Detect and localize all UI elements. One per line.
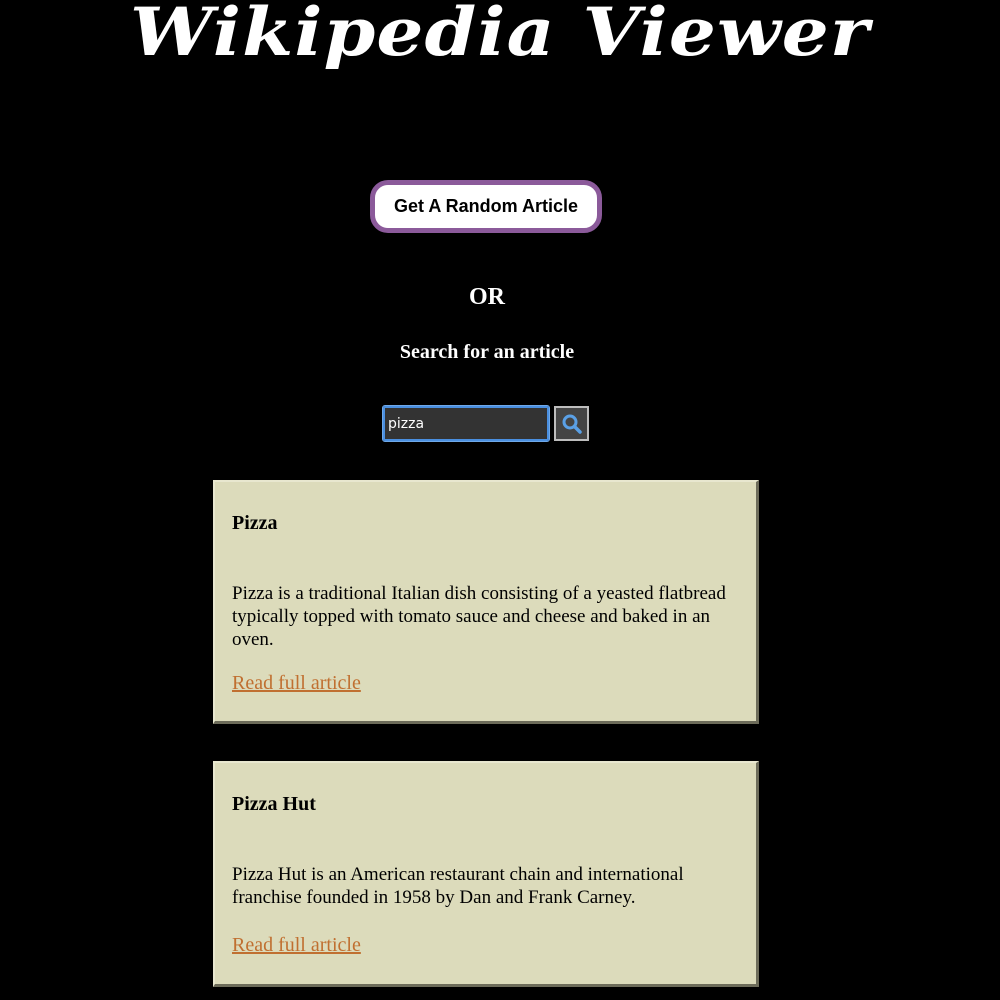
search-input[interactable]	[382, 405, 550, 442]
or-divider-text: OR	[469, 284, 505, 310]
random-article-button[interactable]: Get A Random Article	[370, 180, 602, 233]
read-full-article-link[interactable]: Read full article	[232, 934, 361, 957]
page-title: Wikipedia Viewer	[130, 0, 870, 71]
read-full-article-link[interactable]: Read full article	[232, 672, 361, 695]
search-button[interactable]	[554, 406, 589, 441]
result-description: Pizza is a traditional Italian dish cons…	[232, 583, 726, 650]
result-card: Pizza Pizza is a traditional Italian dis…	[213, 480, 759, 724]
result-title: Pizza Hut	[232, 793, 316, 815]
result-description: Pizza Hut is an American restaurant chai…	[232, 864, 684, 908]
result-card: Pizza Hut Pizza Hut is an American resta…	[213, 761, 759, 987]
search-heading: Search for an article	[399, 341, 575, 363]
result-title: Pizza	[232, 512, 278, 534]
search-icon	[562, 414, 582, 434]
